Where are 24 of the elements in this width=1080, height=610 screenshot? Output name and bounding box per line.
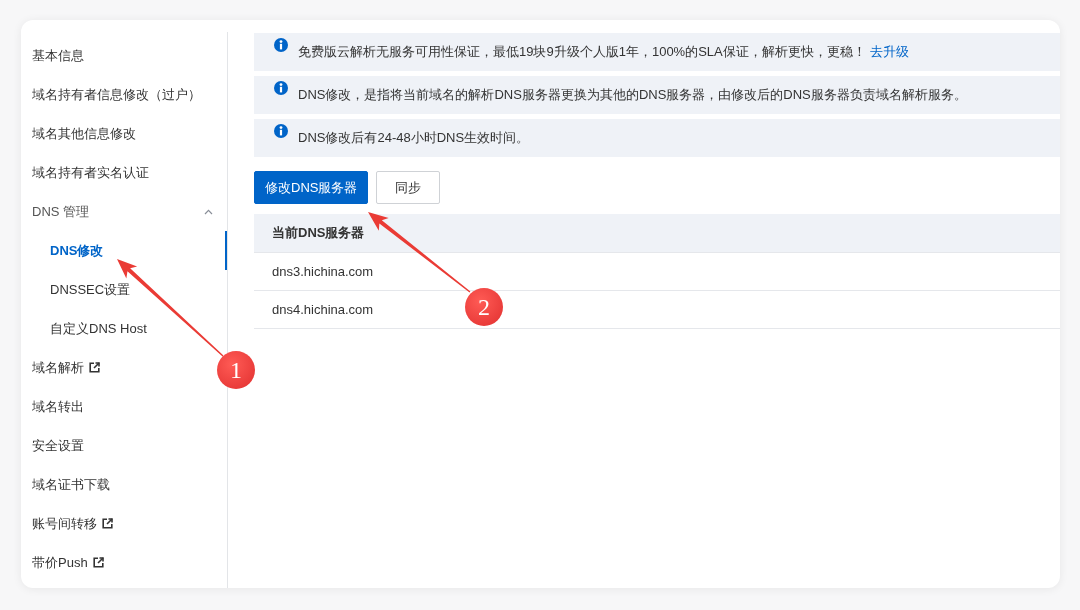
notice-text: DNS修改后有24-48小时DNS生效时间。 (298, 129, 530, 147)
primary-button[interactable]: 修改DNS服务器 (254, 171, 369, 204)
secondary-button[interactable]: 同步 (376, 171, 441, 204)
info-icon (274, 124, 288, 138)
sidebar-item[interactable]: 域名其他信息修改 (21, 114, 150, 153)
column-header: 当前DNS服务器 (254, 214, 1060, 253)
info-icon (274, 38, 288, 52)
sidebar-group-header[interactable]: DNS 管理 (21, 192, 227, 231)
sidebar-item[interactable]: 域名证书下载 (21, 465, 124, 504)
sidebar-item[interactable]: 域名转出 (21, 387, 98, 426)
sidebar-item[interactable]: 安全设置 (21, 426, 98, 465)
submenu-item[interactable]: 自定义DNS Host (21, 309, 161, 348)
notice-text: 免费版云解析无服务可用性保证，最低19块9升级个人版1年，100%的SLA保证，解析更快，更稳！ 去升级 (298, 43, 909, 61)
submenu-item[interactable]: DNS修改 (21, 231, 227, 270)
sidebar-item[interactable]: 域名持有者信息修改（过户） (21, 75, 215, 114)
sidebar-item[interactable]: 域名持有者实名认证 (21, 153, 163, 192)
sidebar-item[interactable]: 基本信息 (21, 36, 98, 75)
info-icon (274, 81, 288, 95)
notice-text: DNS修改，是指将当前域名的解析DNS服务器更换为其他的DNS服务器，由修改后的DNS服务器负责域名解析服务。 (298, 86, 967, 104)
sidebar-item[interactable]: 带价Push (21, 543, 118, 582)
upgrade-link[interactable]: 去升级 (869, 44, 909, 59)
sidebar-item[interactable]: 账号间转移 (21, 504, 127, 543)
sidebar-item[interactable]: 域名解析 (21, 348, 114, 387)
submenu-item[interactable]: DNSSEC设置 (21, 270, 145, 309)
